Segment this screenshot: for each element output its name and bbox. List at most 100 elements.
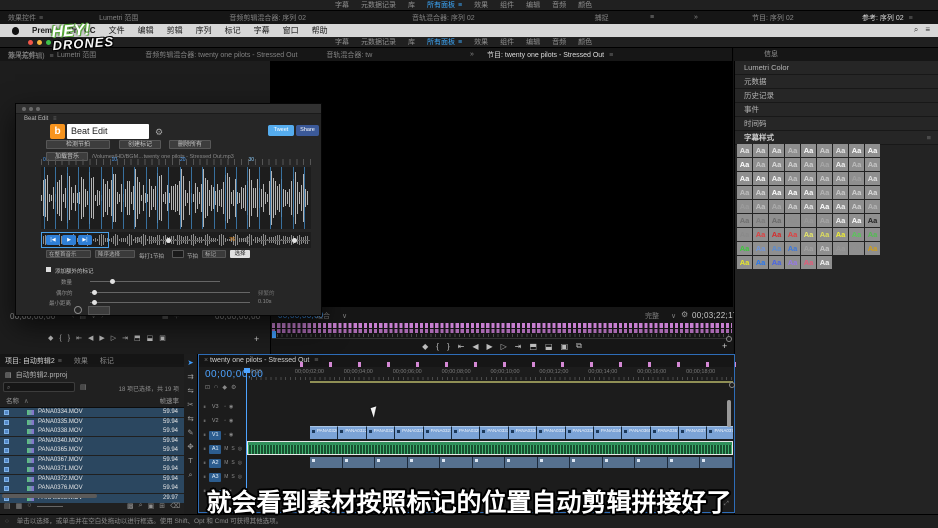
previous-beat-button[interactable]: |◀ — [46, 235, 60, 245]
caption-style-swatch[interactable]: Aa — [737, 242, 752, 255]
tab-program-seq02[interactable]: 节目: 序列 02 — [752, 13, 794, 23]
export-frame-icon[interactable]: ▣ — [159, 334, 166, 342]
button-editor-add[interactable]: + — [722, 341, 727, 351]
zoom-tool[interactable]: ⌕ — [188, 470, 192, 480]
caption-style-swatch[interactable]: Aa — [817, 242, 832, 255]
search-input[interactable]: ⌕ — [3, 382, 75, 392]
sync-lock-icon[interactable]: ▫ — [224, 432, 226, 438]
menu-item[interactable]: 帮助 — [312, 25, 328, 36]
workspace-tab[interactable]: 所有面板 ≡ — [427, 0, 462, 10]
track-target-button[interactable]: A3 — [209, 472, 222, 482]
caption-style-swatch[interactable]: Aa — [817, 256, 832, 269]
hand-tool[interactable]: ✥ — [187, 442, 193, 451]
panel-menu-icon[interactable]: ≡ — [53, 116, 57, 122]
caption-style-swatch[interactable]: Aa — [801, 242, 816, 255]
marker-type-dropdown[interactable]: 标记 — [202, 250, 226, 258]
panel-tab[interactable]: 项目: 自动剪辑2 ≡ — [5, 356, 62, 366]
mark-out-icon[interactable]: } — [68, 335, 70, 342]
caption-style-swatch[interactable]: Aa — [737, 214, 752, 227]
caption-style-swatch[interactable]: Aa — [753, 256, 768, 269]
panel-tab[interactable]: 历史记录 — [735, 89, 938, 103]
lock-icon[interactable]: ∎ — [203, 474, 206, 480]
panel-menu-icon[interactable]: ≡ — [909, 15, 913, 22]
caption-style-swatch[interactable]: Aa — [849, 186, 864, 199]
workspace-tab[interactable]: 音频 — [552, 37, 566, 47]
select-button[interactable]: 选择 — [230, 250, 250, 258]
waveform-display[interactable] — [41, 167, 311, 229]
automate-to-sequence-icon[interactable]: ▩ — [127, 502, 134, 510]
caption-style-swatch[interactable]: Aa — [865, 214, 880, 227]
caption-style-swatch[interactable]: Aa — [849, 144, 864, 157]
video-clip[interactable]: PANA0320 — [310, 426, 339, 439]
workspace-tab[interactable]: 库 — [408, 0, 415, 10]
caption-style-swatch[interactable]: Aa — [753, 144, 768, 157]
playhead-head[interactable] — [244, 368, 250, 373]
pen-tool[interactable]: ✎ — [187, 428, 193, 437]
caption-style-swatch[interactable]: Aa — [833, 242, 848, 255]
workspace-tab[interactable]: 音频 — [552, 0, 566, 10]
caption-style-swatch[interactable]: Aa — [785, 214, 800, 227]
caption-style-swatch[interactable]: Aa — [865, 200, 880, 213]
track-output-eye-icon[interactable]: ◉ — [229, 432, 233, 438]
minimize-window-icon[interactable] — [29, 107, 33, 111]
caption-style-swatch[interactable]: Aa — [801, 256, 816, 269]
playhead-line[interactable] — [246, 368, 247, 489]
menu-item[interactable]: 剪辑 — [167, 25, 183, 36]
zoom-window-icon[interactable] — [46, 40, 51, 45]
panel-tab[interactable]: 音频剪辑混合器: 序列 02 — [229, 13, 306, 23]
caption-style-swatch[interactable]: Aa — [849, 228, 864, 241]
lock-icon[interactable]: ∎ — [203, 446, 206, 452]
zoom-out-dot-icon[interactable]: ○ — [27, 502, 31, 510]
add-marker-icon[interactable]: ◆ — [422, 342, 428, 351]
workspace-tab[interactable]: 编辑 — [526, 37, 540, 47]
selection-checkbox[interactable] — [4, 429, 9, 434]
caption-style-swatch[interactable]: Aa — [785, 158, 800, 171]
caption-style-swatch[interactable]: Aa — [865, 158, 880, 171]
column-headers[interactable]: 名称 ∧ 帧速率 — [0, 397, 184, 408]
video-clip[interactable]: PANA0329 — [451, 426, 481, 439]
speaker-icon[interactable]: ◁)) — [242, 237, 250, 243]
overflow-chevron-icon[interactable]: » — [470, 51, 474, 58]
caption-style-swatch[interactable]: Aa — [769, 200, 784, 213]
workspace-tab[interactable]: 字幕 — [335, 0, 349, 10]
audio-clip-segment[interactable] — [407, 457, 440, 468]
selection-tool[interactable]: ➤ — [187, 358, 193, 367]
name-column[interactable]: 名称 — [6, 398, 19, 405]
bin-icon[interactable]: ▤ — [80, 383, 87, 391]
go-to-in-icon[interactable]: ⇤ — [458, 342, 465, 351]
caption-style-swatch[interactable]: Aa — [785, 242, 800, 255]
selection-checkbox[interactable] — [4, 419, 9, 425]
project-item-row[interactable]: PANA0371.MOV 59.94 — [0, 465, 184, 474]
slip-tool[interactable]: ⇆ — [187, 414, 193, 423]
video-clip[interactable]: PANA0335 — [537, 426, 566, 439]
caption-style-swatch[interactable]: Aa — [817, 172, 832, 185]
video-track-header[interactable]: ∎ V1 ▫ ◉ — [199, 428, 245, 442]
play-icon[interactable]: ▶ — [99, 334, 104, 342]
selection-checkbox[interactable] — [4, 486, 9, 491]
caption-style-swatch[interactable]: Aa — [849, 214, 864, 227]
workspace-tab[interactable]: 组件 — [500, 0, 514, 10]
caption-style-swatch[interactable]: Aa — [865, 242, 880, 255]
beatedit-titlebar[interactable] — [16, 104, 321, 114]
video-clip[interactable]: PANA0340 — [593, 426, 623, 439]
razor-tool[interactable]: ✂ — [187, 400, 193, 409]
step-back-icon[interactable]: ◀ — [472, 342, 478, 351]
caption-style-swatch[interactable]: Aa — [769, 242, 784, 255]
video-clip[interactable]: PANA0338 — [565, 426, 594, 439]
caption-style-swatch[interactable]: Aa — [833, 158, 848, 171]
panel-tab[interactable]: 标记 — [100, 356, 114, 366]
selection-mode-dropdown[interactable]: 降序选择 — [95, 250, 135, 258]
caption-style-swatch[interactable]: Aa — [833, 186, 848, 199]
sync-lock-icon[interactable]: ▫ — [224, 404, 226, 410]
type-tool[interactable]: T — [188, 456, 193, 465]
caption-style-swatch[interactable]: Aa — [801, 200, 816, 213]
video-clip[interactable]: PANA0325 — [395, 426, 424, 439]
caption-style-swatch[interactable]: Aa — [753, 214, 768, 227]
workspace-tab[interactable]: 元数据记录 — [361, 37, 396, 47]
beatedit-tab[interactable]: Beat Edit ≡ — [24, 116, 57, 122]
step-forward-icon[interactable]: ▷ — [111, 334, 116, 342]
mark-in-icon[interactable]: { — [436, 342, 439, 351]
caption-style-swatch[interactable]: Aa — [833, 228, 848, 241]
workspace-tab[interactable]: 效果 — [474, 37, 488, 47]
audio-clip-segment[interactable] — [505, 457, 538, 468]
